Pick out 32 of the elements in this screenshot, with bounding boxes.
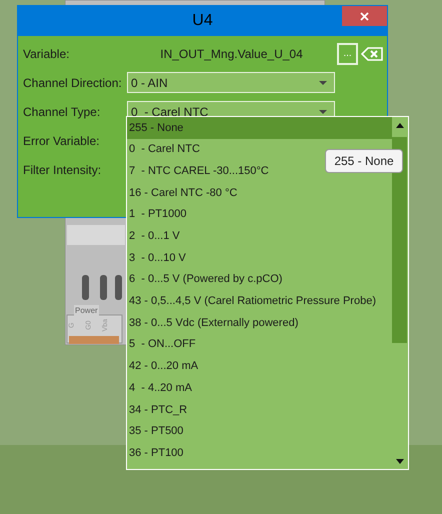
dropdown[interactable]: 0 - AIN <box>127 72 335 93</box>
scroll-thumb[interactable] <box>392 137 407 343</box>
dropdown-option[interactable]: 36 - PT100 <box>127 442 392 464</box>
group-label: Power <box>74 305 99 317</box>
caret-icon <box>319 80 327 84</box>
scroll-up-icon[interactable] <box>396 123 404 128</box>
dropdown-option[interactable]: 35 - PT500 <box>127 420 392 442</box>
variable-value: IN_OUT_Mng.Value_U_04 <box>159 46 304 62</box>
field-label: Channel Direction: <box>23 74 123 92</box>
dropdown-option[interactable]: 3 - 0...10 V <box>127 247 392 269</box>
field-label: Channel Type: <box>23 104 102 120</box>
caret-icon <box>319 110 327 114</box>
dropdown-option[interactable]: 16 - Carel NTC -80 °C <box>127 182 392 204</box>
clear-icon[interactable] <box>361 46 383 60</box>
dropdown-option[interactable]: 42 - 0...20 mA <box>127 356 392 378</box>
field-label: Variable: <box>23 46 70 62</box>
dropdown-option[interactable]: 4 - 4..20 mA <box>127 377 392 399</box>
close-button[interactable] <box>342 6 387 26</box>
dropdown-option[interactable]: 5 - ON...OFF <box>127 334 392 356</box>
scroll-down-icon[interactable] <box>396 459 404 464</box>
dropdown-option[interactable]: 6 - 0...5 V (Powered by c.pCO) <box>127 268 392 290</box>
dropdown-option[interactable]: 34 - PTC_R <box>127 398 392 421</box>
dropdown-option[interactable]: 2 - 0...1 V <box>127 225 392 248</box>
dropdown-option[interactable]: 1 - PT1000 <box>127 204 392 226</box>
close-icon <box>360 12 369 20</box>
window-title: U4 <box>192 11 213 31</box>
field-label: Error Variable: <box>23 132 100 150</box>
field-label: Filter Intensity: <box>23 162 102 178</box>
dropdown-option[interactable]: 255 - None <box>127 117 392 139</box>
dropdown-option[interactable]: 43 - 0,5...4,5 V (Carel Ratiometric Pressure Probe) <box>127 290 392 312</box>
tooltip: 255 - None <box>325 149 403 173</box>
dropdown-option[interactable]: 38 - 0...5 Vdc (Externally powered) <box>127 312 392 334</box>
